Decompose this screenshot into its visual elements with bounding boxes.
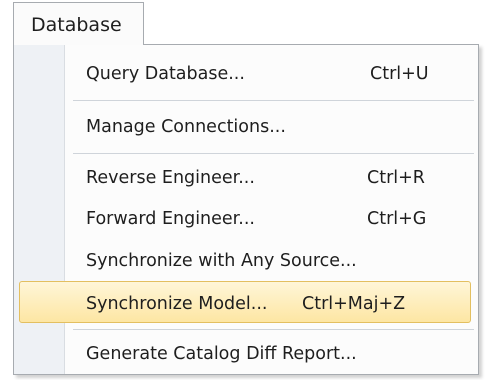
menu-separator — [73, 329, 474, 330]
database-dropdown-menu: Query Database... Ctrl+U Manage Connecti… — [13, 44, 479, 375]
menu-item-shortcut: Ctrl+R — [367, 168, 425, 188]
menu-separator — [73, 153, 474, 154]
database-menu-title[interactable]: Database — [13, 2, 144, 45]
menu-item-forward-engineer[interactable]: Forward Engineer... Ctrl+G — [14, 197, 478, 239]
menu-item-label: Manage Connections... — [86, 117, 286, 137]
menu-item-query-database[interactable]: Query Database... Ctrl+U — [14, 52, 478, 94]
menu-item-shortcut: Ctrl+Maj+Z — [302, 294, 406, 314]
menu-item-label: Query Database... — [86, 64, 245, 84]
database-menu-title-label: Database — [31, 14, 122, 36]
menu-item-manage-connections[interactable]: Manage Connections... — [14, 105, 478, 147]
menu-item-synchronize-model[interactable]: Synchronize Model... Ctrl+Maj+Z — [19, 281, 471, 323]
menu-item-label: Generate Catalog Diff Report... — [86, 344, 357, 364]
menu-item-synchronize-any-source[interactable]: Synchronize with Any Source... — [14, 239, 478, 281]
menu-item-shortcut: Ctrl+G — [367, 209, 427, 229]
menu-item-generate-catalog-diff-report[interactable]: Generate Catalog Diff Report... — [14, 332, 478, 374]
menu-item-label: Synchronize Model... — [86, 294, 268, 314]
menu-item-label: Synchronize with Any Source... — [86, 251, 357, 271]
menu-separator — [73, 100, 474, 101]
menu-item-shortcut: Ctrl+U — [370, 64, 429, 84]
menu-item-reverse-engineer[interactable]: Reverse Engineer... Ctrl+R — [14, 156, 478, 198]
menu-item-label: Reverse Engineer... — [86, 168, 255, 188]
menu-item-label: Forward Engineer... — [86, 209, 255, 229]
